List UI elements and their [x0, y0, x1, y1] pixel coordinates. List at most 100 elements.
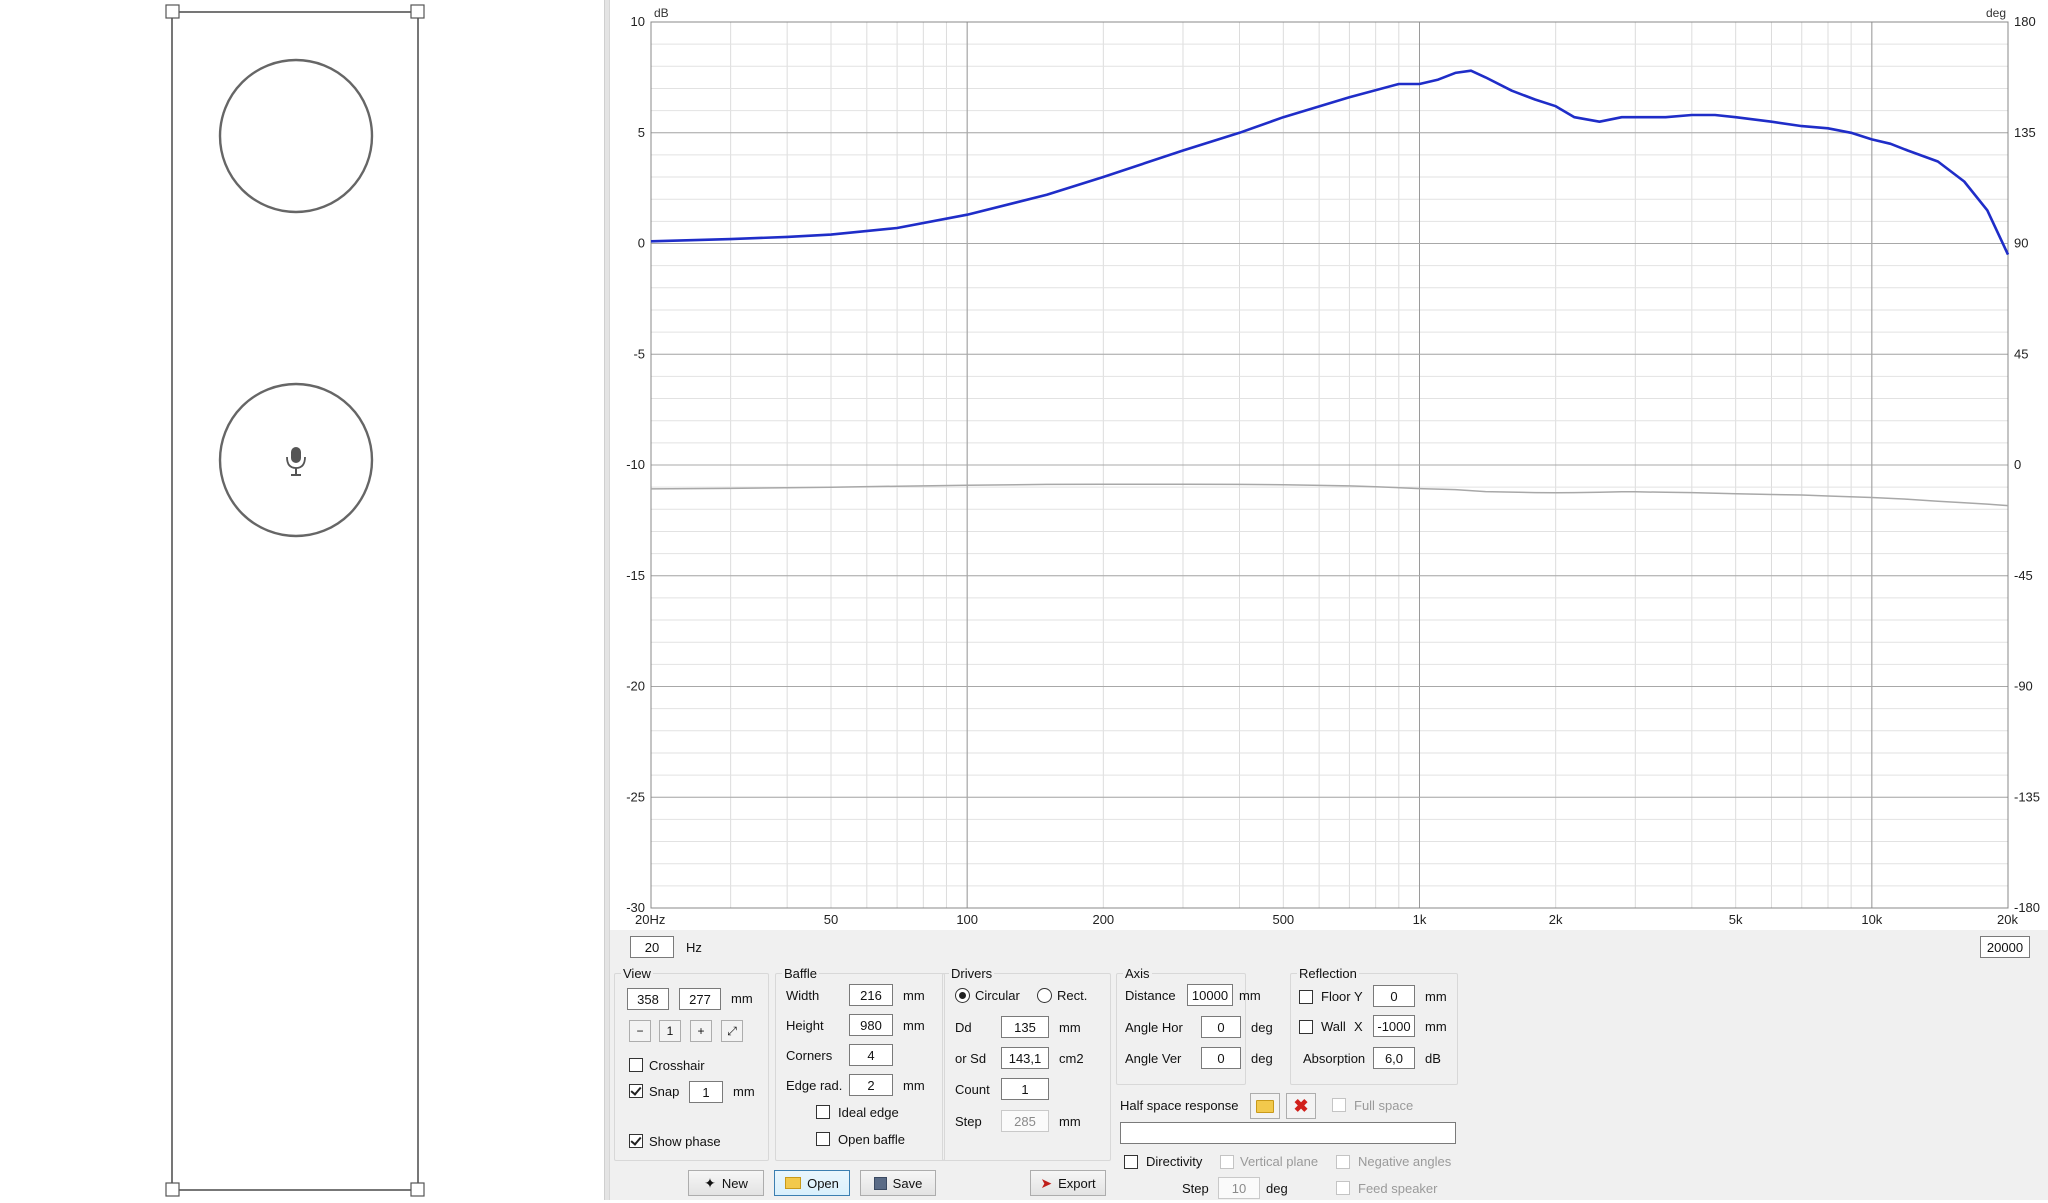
reflection-group-title: Reflection: [1297, 966, 1359, 981]
zoom-out-icon: −: [636, 1024, 644, 1038]
show-phase-checkbox[interactable]: [629, 1134, 643, 1148]
distance-input[interactable]: [1187, 984, 1233, 1006]
view-x-input[interactable]: [627, 988, 669, 1010]
open-button[interactable]: Open: [774, 1170, 850, 1196]
baffle-edge-rad-input[interactable]: [849, 1074, 893, 1096]
new-button[interactable]: ✦ New: [688, 1170, 764, 1196]
wall-unit: mm: [1425, 1019, 1447, 1034]
y2-tick-label: 45: [2014, 346, 2028, 361]
y2-tick-label: 180: [2014, 14, 2036, 29]
directivity-checkbox[interactable]: [1124, 1155, 1138, 1169]
new-label: New: [721, 1175, 748, 1191]
zoom-in-icon: +: [697, 1024, 705, 1038]
y-tick-label: -10: [626, 457, 645, 472]
directivity-step-input[interactable]: [1218, 1177, 1260, 1199]
baffle-corners-input[interactable]: [849, 1044, 893, 1066]
step-input[interactable]: [1001, 1110, 1049, 1132]
crosshair-checkbox[interactable]: [629, 1058, 643, 1072]
view-y-input[interactable]: [679, 988, 721, 1010]
baffle-view[interactable]: [0, 0, 604, 1200]
dd-input[interactable]: [1001, 1016, 1049, 1038]
rect-radio[interactable]: [1037, 988, 1052, 1003]
absorption-input[interactable]: [1373, 1047, 1415, 1069]
y-axis-unit-label: dB: [654, 6, 669, 20]
angle-hor-input[interactable]: [1201, 1016, 1241, 1038]
y2-tick-label: -45: [2014, 568, 2033, 583]
step-unit: mm: [1059, 1114, 1081, 1129]
y-tick-label: -20: [626, 679, 645, 694]
absorption-label: Absorption: [1303, 1051, 1366, 1066]
close-icon: ✖: [1293, 1096, 1309, 1116]
crosshair-label: Crosshair: [649, 1058, 705, 1073]
baffle-corners-label: Corners: [786, 1048, 833, 1063]
baffle-height-input[interactable]: [849, 1014, 893, 1036]
zoom-one-icon: 1: [666, 1024, 674, 1038]
freq-max-input[interactable]: [1980, 936, 2030, 958]
frequency-response-chart[interactable]: 20Hz 50 100 200 500 1k 2k 5k 10k 20k1050-5-10-15-…: [610, 0, 2048, 930]
baffle-outline: [171, 11, 419, 1191]
directivity-step-unit: deg: [1266, 1181, 1288, 1196]
distance-unit: mm: [1239, 988, 1261, 1003]
baffle-edge-rad-label: Edge rad.: [786, 1078, 843, 1093]
half-space-clear-button[interactable]: ✖: [1286, 1093, 1316, 1119]
wall-checkbox[interactable]: [1299, 1020, 1313, 1034]
floor-input[interactable]: [1373, 985, 1415, 1007]
drivers-group: Drivers Circular Rect. Dd mm or Sd cm2 C…: [942, 966, 1111, 1161]
x-tick-label: 2k: [1549, 912, 1563, 927]
y-tick-label: 10: [631, 14, 645, 29]
vertical-plane-checkbox[interactable]: [1220, 1155, 1234, 1169]
count-input[interactable]: [1001, 1078, 1049, 1100]
x-tick-label: 500: [1272, 912, 1294, 927]
half-space-path-input[interactable]: [1120, 1122, 1456, 1144]
half-space-open-button[interactable]: [1250, 1093, 1280, 1119]
baffle-width-input[interactable]: [849, 984, 893, 1006]
x-tick-label: 100: [956, 912, 978, 927]
y-tick-label: -15: [626, 568, 645, 583]
export-button[interactable]: ➤ Export: [1030, 1170, 1106, 1196]
absorption-unit: dB: [1425, 1051, 1441, 1066]
resize-handle-top-right: [410, 4, 425, 19]
feed-speaker-checkbox[interactable]: [1336, 1181, 1350, 1195]
baffle-canvas[interactable]: [0, 0, 604, 1200]
baffle-group: Baffle Width mm Height mm Corners Edge r…: [775, 966, 945, 1161]
circular-radio[interactable]: [955, 988, 970, 1003]
y2-tick-label: 90: [2014, 236, 2028, 251]
x-tick-label: 5k: [1729, 912, 1743, 927]
baffle-edge-rad-unit: mm: [903, 1078, 925, 1093]
full-space-checkbox[interactable]: [1332, 1098, 1346, 1112]
freq-min-input[interactable]: [630, 936, 674, 958]
y2-tick-label: -180: [2014, 900, 2040, 915]
fit-screen-icon: ⤢: [727, 1023, 737, 1038]
count-label: Count: [955, 1082, 990, 1097]
directivity-step-label: Step: [1182, 1181, 1209, 1196]
driver-circle-1: [218, 58, 374, 214]
snap-checkbox[interactable]: [629, 1084, 643, 1098]
zoom-out-button[interactable]: −: [629, 1020, 651, 1042]
floor-label: Floor Y: [1321, 989, 1363, 1004]
sd-input[interactable]: [1001, 1047, 1049, 1069]
resize-handle-bottom-right: [410, 1182, 425, 1197]
new-wand-icon: ✦: [704, 1174, 716, 1191]
folder-open-icon: [1256, 1099, 1274, 1113]
open-baffle-label: Open baffle: [838, 1132, 905, 1147]
negative-angles-checkbox[interactable]: [1336, 1155, 1350, 1169]
full-space-label: Full space: [1354, 1098, 1414, 1113]
microphone-icon[interactable]: [286, 447, 306, 476]
view-unit: mm: [731, 991, 753, 1006]
wall-input[interactable]: [1373, 1015, 1415, 1037]
open-baffle-checkbox[interactable]: [816, 1132, 830, 1146]
y-tick-label: -25: [626, 789, 645, 804]
snap-input[interactable]: [689, 1081, 723, 1103]
baffle-height-label: Height: [786, 1018, 824, 1033]
zoom-in-button[interactable]: +: [690, 1020, 712, 1042]
zoom-reset-button[interactable]: 1: [659, 1020, 681, 1042]
angle-ver-input[interactable]: [1201, 1047, 1241, 1069]
save-button[interactable]: Save: [860, 1170, 936, 1196]
baffle-width-label: Width: [786, 988, 820, 1003]
zoom-fit-button[interactable]: ⤢: [721, 1020, 743, 1042]
floor-checkbox[interactable]: [1299, 990, 1313, 1004]
y2-axis-unit-label: deg: [1986, 6, 2006, 20]
wall-label: Wall: [1321, 1019, 1346, 1034]
ideal-edge-checkbox[interactable]: [816, 1105, 830, 1119]
y2-tick-label: -90: [2014, 679, 2033, 694]
